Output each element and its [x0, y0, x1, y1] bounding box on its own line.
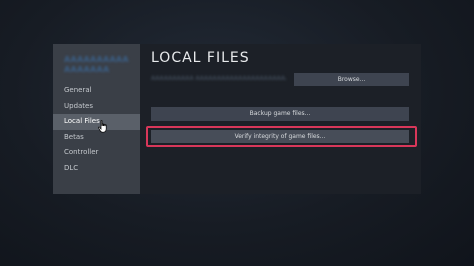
page-title: LOCAL FILES: [151, 50, 250, 66]
sidebar-item-dlc[interactable]: DLC: [53, 161, 140, 177]
sidebar-nav: General Updates Local Files Betas Contro…: [53, 83, 140, 176]
browse-button[interactable]: Browse...: [294, 73, 409, 86]
sidebar-item-general[interactable]: General: [53, 83, 140, 99]
install-path: AAAAAAAAAA AAAAAAAAAAAAAAAAAAAAAAAAAA: [151, 75, 286, 82]
hand-pointer-icon: [98, 120, 107, 133]
highlight-annotation: [146, 126, 417, 147]
backup-game-files-button[interactable]: Backup game files...: [151, 107, 409, 121]
sidebar-item-local-files[interactable]: Local Files: [53, 114, 140, 130]
game-title: AAAAAAAAAA AAAAAAA: [64, 55, 129, 74]
sidebar-item-controller[interactable]: Controller: [53, 145, 140, 161]
sidebar-item-betas[interactable]: Betas: [53, 130, 140, 146]
sidebar-item-updates[interactable]: Updates: [53, 99, 140, 115]
